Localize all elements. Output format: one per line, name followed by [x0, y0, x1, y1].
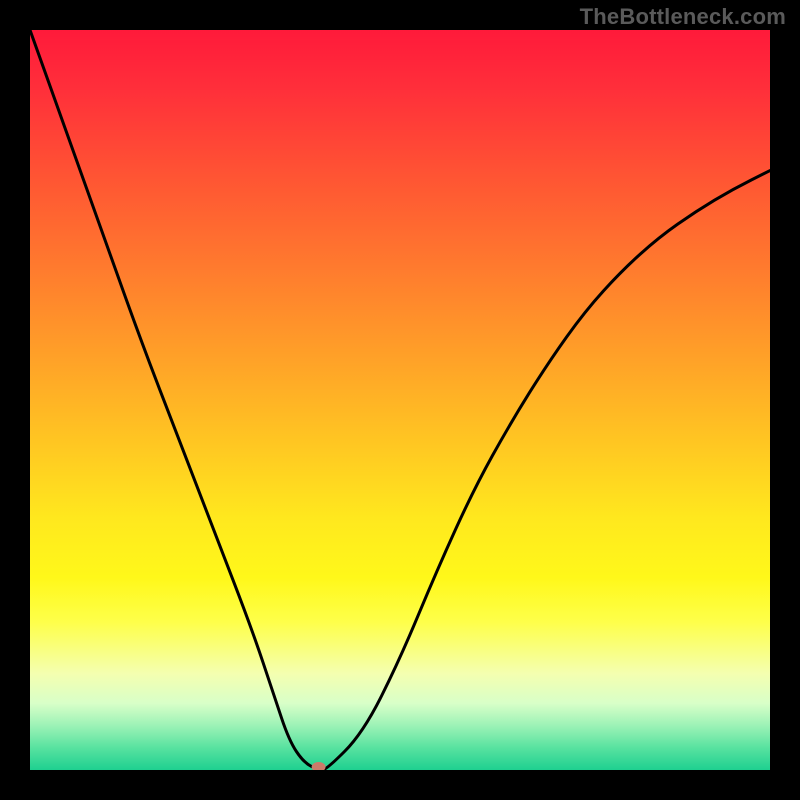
plot-area — [30, 30, 770, 770]
chart-frame: TheBottleneck.com — [0, 0, 800, 800]
bottleneck-curve — [30, 30, 770, 770]
optimal-point-marker — [312, 762, 326, 770]
watermark-text: TheBottleneck.com — [580, 4, 786, 30]
curve-layer — [30, 30, 770, 770]
